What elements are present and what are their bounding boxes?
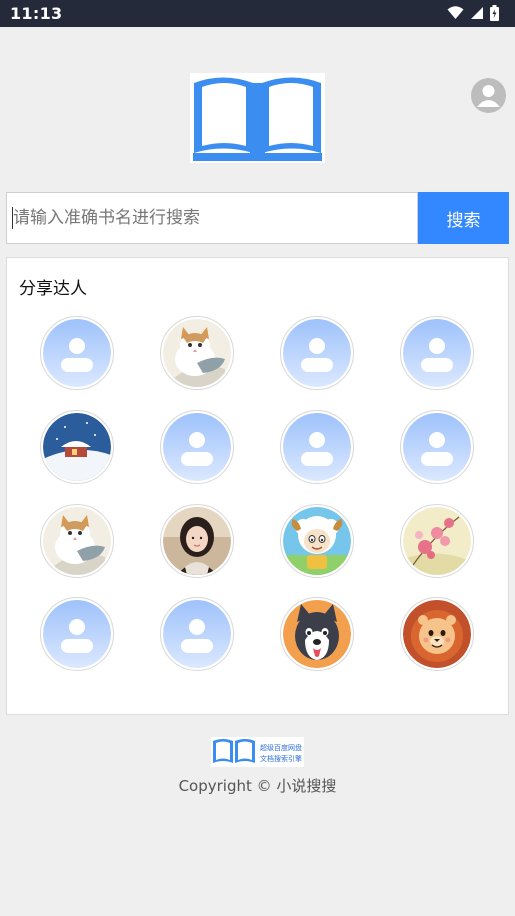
- app-logo: [190, 73, 325, 163]
- status-icons: [447, 5, 499, 21]
- search-input-wrapper: [6, 192, 418, 244]
- avatar-image: [283, 319, 351, 387]
- battery-icon: [490, 5, 499, 21]
- share-panel: 分享达人: [6, 257, 509, 715]
- svg-text:文档搜索引擎: 文档搜索引擎: [260, 754, 302, 763]
- share-avatar-default[interactable]: [280, 410, 354, 484]
- avatar-image: [43, 507, 111, 575]
- share-avatar-default[interactable]: [40, 597, 114, 671]
- search-bar: 搜索: [6, 192, 509, 244]
- signal-icon: [471, 7, 483, 19]
- share-avatar-default[interactable]: [400, 410, 474, 484]
- status-time: 11:13: [10, 4, 63, 23]
- svg-text:超级百度网盘: 超级百度网盘: [260, 743, 302, 752]
- search-input[interactable]: [7, 193, 417, 243]
- avatar-image: [163, 507, 231, 575]
- share-avatar-default[interactable]: [40, 316, 114, 390]
- avatar-image: [283, 600, 351, 668]
- share-avatar-cat[interactable]: [160, 316, 234, 390]
- avatar-image: [403, 600, 471, 668]
- share-avatar-default[interactable]: [280, 316, 354, 390]
- search-button[interactable]: 搜索: [418, 192, 509, 244]
- avatar-image: [403, 507, 471, 575]
- avatar-image: [43, 319, 111, 387]
- status-bar: 11:13: [0, 0, 515, 27]
- share-avatar-default[interactable]: [400, 316, 474, 390]
- share-avatar-cat[interactable]: [40, 504, 114, 578]
- share-avatar-default[interactable]: [160, 410, 234, 484]
- avatar-image: [403, 319, 471, 387]
- avatar-image: [43, 600, 111, 668]
- share-avatar-default[interactable]: [160, 597, 234, 671]
- copyright-text: Copyright © 小说搜搜: [178, 777, 337, 795]
- avatar-image: [43, 413, 111, 481]
- book-logo-icon: [193, 77, 322, 161]
- avatar-image: [283, 507, 351, 575]
- user-icon: [477, 85, 500, 107]
- share-avatar-snow-house[interactable]: [40, 410, 114, 484]
- share-avatar-flowers[interactable]: [400, 504, 474, 578]
- avatar-image: [163, 413, 231, 481]
- avatar-grid: [40, 316, 480, 676]
- share-title: 分享达人: [19, 279, 87, 299]
- avatar-image: [403, 413, 471, 481]
- share-avatar-lion-cartoon[interactable]: [400, 597, 474, 671]
- footer-book-logo-icon: 超级百度网盘 文档搜索引擎: [211, 737, 304, 767]
- share-avatar-husky-cartoon[interactable]: [280, 597, 354, 671]
- footer-logo: 超级百度网盘 文档搜索引擎: [211, 737, 304, 767]
- share-avatar-girl-photo[interactable]: [160, 504, 234, 578]
- avatar-image: [163, 600, 231, 668]
- profile-avatar-button[interactable]: [471, 78, 506, 113]
- wifi-icon: [447, 6, 464, 19]
- text-caret: [12, 207, 13, 229]
- avatar-image: [283, 413, 351, 481]
- avatar-image: [163, 319, 231, 387]
- share-avatar-sheep-cartoon[interactable]: [280, 504, 354, 578]
